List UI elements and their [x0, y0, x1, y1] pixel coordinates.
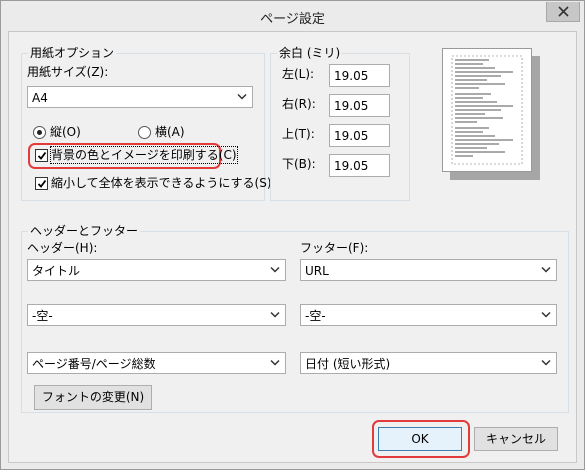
checkmark-icon — [37, 151, 47, 160]
header-select-2-value: -空- — [32, 309, 53, 323]
header-label: ヘッダー(H): — [27, 241, 98, 255]
ok-button[interactable]: OK — [378, 427, 462, 451]
landscape-label[interactable]: 横(A) — [155, 124, 185, 140]
margin-top-label: 上(T): — [282, 127, 315, 141]
header-select-3[interactable]: ページ番号/ページ総数 — [27, 352, 286, 374]
margin-right-label: 右(R): — [282, 97, 316, 111]
header-select-1[interactable]: タイトル — [27, 259, 286, 281]
portrait-label[interactable]: 縦(O) — [50, 124, 81, 140]
chevron-down-icon — [270, 311, 280, 318]
dialog-body: 用紙オプション 用紙サイズ(Z): A4 縦(O) 横(A) 背景の色とイメージ… — [8, 31, 577, 463]
margin-right-field[interactable] — [329, 94, 390, 117]
footer-select-3-value: 日付 (短い形式) — [305, 357, 391, 371]
cancel-button[interactable]: キャンセル — [474, 427, 558, 451]
header-select-2[interactable]: -空- — [27, 304, 286, 326]
close-icon — [558, 6, 569, 17]
paper-options-title: 用紙オプション — [28, 45, 117, 61]
chevron-down-icon — [541, 359, 551, 366]
margin-top-input[interactable] — [330, 125, 389, 146]
landscape-radio[interactable] — [138, 126, 151, 139]
footer-select-3[interactable]: 日付 (短い形式) — [300, 352, 557, 374]
page-preview-lines — [451, 55, 523, 165]
change-font-button[interactable]: フォントの変更(N) — [34, 385, 152, 410]
page-preview — [442, 48, 532, 172]
dialog-title: ページ設定 — [260, 12, 325, 27]
margin-left-label: 左(L): — [282, 67, 315, 81]
close-button[interactable] — [546, 2, 580, 22]
footer-select-1-value: URL — [305, 264, 329, 278]
checkmark-icon — [37, 179, 47, 188]
margin-right-input[interactable] — [330, 95, 389, 116]
print-background-label[interactable]: 背景の色とイメージを印刷する(C) — [50, 146, 238, 164]
margin-bottom-input[interactable] — [330, 155, 389, 176]
title-bar: ページ設定 — [1, 1, 584, 31]
footer-select-1[interactable]: URL — [300, 259, 557, 281]
chevron-down-icon — [541, 311, 551, 318]
shrink-to-fit-checkbox[interactable] — [35, 177, 48, 190]
paper-size-value: A4 — [32, 91, 48, 105]
header-select-1-value: タイトル — [32, 264, 81, 278]
margin-bottom-field[interactable] — [329, 154, 390, 177]
chevron-down-icon — [237, 93, 247, 100]
chevron-down-icon — [541, 266, 551, 273]
paper-size-select[interactable]: A4 — [27, 86, 253, 108]
margin-bottom-label: 下(B): — [282, 157, 316, 171]
footer-label: フッター(F): — [300, 241, 369, 255]
page-setup-dialog: ページ設定 用紙オプション 用紙サイズ(Z): A4 縦(O) 横(A) 背景の… — [0, 0, 585, 470]
chevron-down-icon — [270, 359, 280, 366]
margin-left-field[interactable] — [329, 64, 390, 87]
paper-size-label: 用紙サイズ(Z): — [27, 65, 109, 79]
chevron-down-icon — [270, 266, 280, 273]
margin-left-input[interactable] — [330, 65, 389, 86]
footer-select-2[interactable]: -空- — [300, 304, 557, 326]
print-background-checkbox[interactable] — [35, 149, 48, 162]
shrink-to-fit-label[interactable]: 縮小して全体を表示できるようにする(S) — [51, 175, 272, 191]
portrait-radio[interactable] — [33, 126, 46, 139]
margins-title: 余白 (ミリ) — [277, 45, 343, 61]
footer-select-2-value: -空- — [305, 309, 326, 323]
header-footer-title: ヘッダーとフッター — [28, 223, 141, 239]
margin-top-field[interactable] — [329, 124, 390, 147]
header-select-3-value: ページ番号/ページ総数 — [32, 357, 156, 371]
